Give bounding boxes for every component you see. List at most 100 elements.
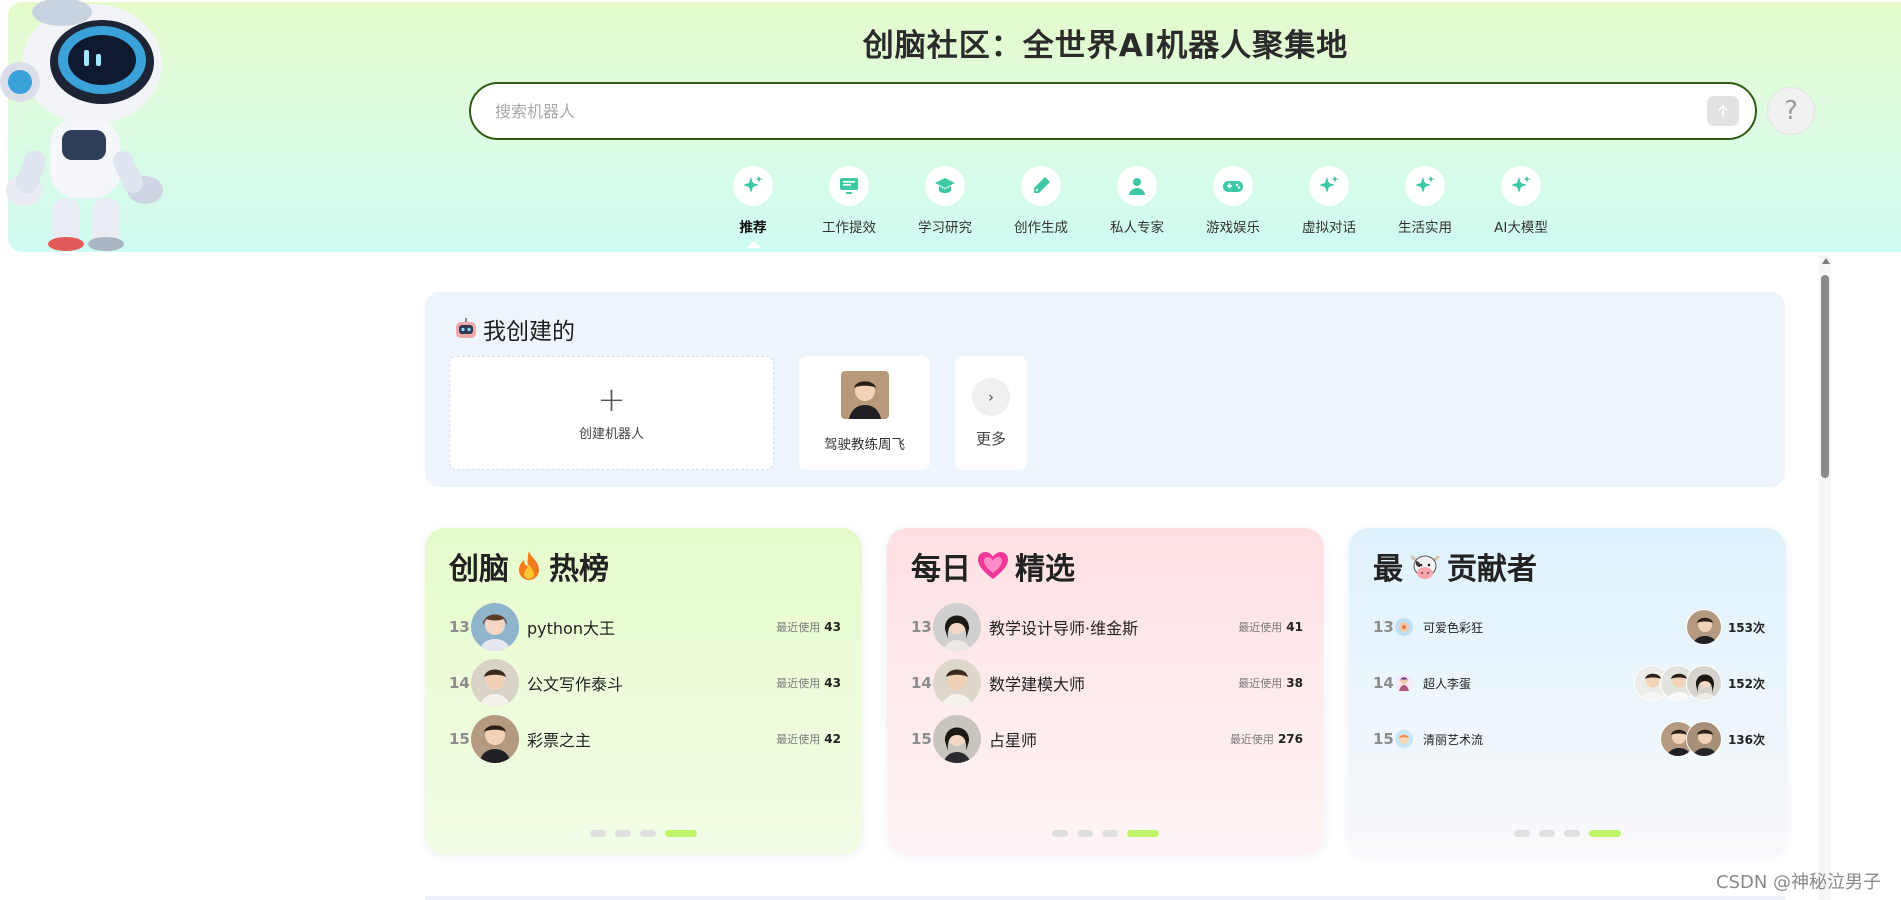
usage-meta: 最近使用 43 bbox=[776, 675, 841, 691]
bot-name: 彩票之主 bbox=[527, 731, 592, 750]
usage-count: 38 bbox=[1286, 676, 1303, 690]
list-item[interactable]: 15 彩票之主 最近使用 42 bbox=[449, 715, 841, 763]
tab-ai-models[interactable]: AI大模型 bbox=[1473, 166, 1569, 246]
bot-card[interactable]: 驾驶教练周飞 bbox=[799, 356, 930, 470]
carousel-dot[interactable] bbox=[1564, 830, 1580, 837]
rank-number: 15 bbox=[911, 730, 932, 748]
rank-number: 15 bbox=[1373, 730, 1394, 748]
contribution-count: 136次 bbox=[1727, 732, 1765, 747]
carousel-dots bbox=[425, 830, 862, 837]
list-item[interactable]: 15 清丽艺术流 136次 bbox=[1373, 715, 1765, 763]
contribution-count: 152次 bbox=[1727, 676, 1765, 691]
fire-icon bbox=[519, 551, 539, 580]
more-button[interactable]: › 更多 bbox=[955, 356, 1027, 470]
tab-life[interactable]: 生活实用 bbox=[1377, 166, 1473, 246]
panel-title-left: 每日 bbox=[911, 552, 971, 587]
avatar bbox=[1395, 730, 1413, 748]
avatar-stack bbox=[1685, 609, 1722, 645]
avatar bbox=[1395, 618, 1413, 636]
rank-number: 15 bbox=[449, 730, 470, 748]
avatar bbox=[1685, 721, 1722, 757]
next-section-edge bbox=[425, 896, 1785, 900]
usage-count: 42 bbox=[824, 732, 841, 746]
carousel-dot-active[interactable] bbox=[1127, 830, 1159, 837]
panel-title-right: 贡献者 bbox=[1447, 552, 1537, 587]
usage-label: 最近使用 bbox=[1238, 621, 1283, 634]
avatar bbox=[933, 659, 981, 707]
help-button[interactable]: ? bbox=[1767, 87, 1815, 135]
section-header: 我创建的 bbox=[453, 312, 575, 346]
list-item[interactable]: 14 公文写作泰斗 最近使用 43 bbox=[449, 659, 841, 707]
list-item[interactable]: 14 数学建模大师 最近使用 38 bbox=[911, 659, 1303, 707]
rank-number: 13 bbox=[911, 618, 932, 636]
carousel-dot[interactable] bbox=[590, 830, 606, 837]
usage-count: 41 bbox=[1286, 620, 1303, 634]
tab-label: 推荐 bbox=[739, 220, 767, 236]
contributor-name: 清丽艺术流 bbox=[1423, 732, 1484, 747]
carousel-dot[interactable] bbox=[1539, 830, 1555, 837]
list-item[interactable]: 13 可爱色彩狂 153次 bbox=[1373, 603, 1765, 651]
tab-study-research[interactable]: 学习研究 bbox=[897, 166, 993, 246]
tab-label: 生活实用 bbox=[1398, 220, 1452, 236]
list-item[interactable]: 14 超人李蛋 152次 bbox=[1373, 659, 1765, 707]
panel-title: 创脑 热榜 bbox=[449, 544, 609, 588]
tab-private-expert[interactable]: 私人专家 bbox=[1089, 166, 1185, 246]
avatar bbox=[1685, 609, 1722, 645]
usage-meta: 最近使用 276 bbox=[1230, 731, 1303, 747]
usage-label: 最近使用 bbox=[776, 733, 821, 746]
person-icon bbox=[1129, 178, 1145, 195]
tab-recommend[interactable]: 推荐 bbox=[705, 166, 801, 248]
robot-face-icon bbox=[456, 318, 476, 338]
usage-count: 43 bbox=[824, 676, 841, 690]
bot-name: 占星师 bbox=[989, 731, 1038, 750]
usage-label: 最近使用 bbox=[776, 621, 821, 634]
list-item[interactable]: 15 占星师 最近使用 276 bbox=[911, 715, 1303, 763]
avatar bbox=[933, 603, 981, 651]
rank-number: 14 bbox=[1373, 674, 1394, 692]
carousel-dot[interactable] bbox=[1077, 830, 1093, 837]
usage-count: 43 bbox=[824, 620, 841, 634]
chevron-right-icon: › bbox=[972, 378, 1010, 416]
tab-games[interactable]: 游戏娱乐 bbox=[1185, 166, 1281, 246]
carousel-dot[interactable] bbox=[640, 830, 656, 837]
scroll-up-arrow-icon[interactable] bbox=[1822, 258, 1830, 264]
usage-count: 276 bbox=[1277, 732, 1303, 746]
usage-meta: 最近使用 41 bbox=[1238, 619, 1303, 635]
list-item[interactable]: 13 python大王 最近使用 43 bbox=[449, 603, 841, 651]
bot-name: 公文写作泰斗 bbox=[527, 675, 624, 694]
arrow-up-icon bbox=[1718, 104, 1728, 117]
rank-number: 13 bbox=[449, 618, 470, 636]
avatar bbox=[1685, 665, 1722, 701]
usage-meta: 最近使用 38 bbox=[1238, 675, 1303, 691]
carousel-dot[interactable] bbox=[1514, 830, 1530, 837]
carousel-dot-active[interactable] bbox=[665, 830, 697, 837]
gamepad-icon bbox=[1223, 181, 1243, 192]
tab-creation[interactable]: 创作生成 bbox=[993, 166, 1089, 246]
sparkle-icon bbox=[743, 176, 763, 193]
tab-label: 学习研究 bbox=[918, 220, 972, 236]
scrollbar-thumb[interactable] bbox=[1821, 275, 1829, 478]
avatar bbox=[471, 715, 519, 763]
panel-title: 每日 精选 bbox=[911, 544, 1075, 588]
contribution-count: 153次 bbox=[1727, 620, 1765, 635]
search-bar bbox=[469, 82, 1757, 140]
create-bot-button[interactable]: + 创建机器人 bbox=[449, 356, 774, 470]
list-item[interactable]: 13 教学设计导师·维金斯 最近使用 41 bbox=[911, 603, 1303, 651]
watermark: CSDN @神秘泣男子 bbox=[1716, 872, 1882, 893]
carousel-dot[interactable] bbox=[1052, 830, 1068, 837]
carousel-dot-active[interactable] bbox=[1589, 830, 1621, 837]
rank-number: 14 bbox=[911, 674, 932, 692]
send-button[interactable] bbox=[1707, 96, 1739, 126]
heart-icon bbox=[978, 552, 1008, 579]
carousel-dot[interactable] bbox=[1102, 830, 1118, 837]
carousel-dots bbox=[1349, 830, 1786, 837]
cow-icon bbox=[1410, 555, 1440, 579]
carousel-dots bbox=[887, 830, 1324, 837]
search-input[interactable] bbox=[493, 98, 1673, 124]
rank-number: 14 bbox=[449, 674, 470, 692]
avatar-stack bbox=[1633, 665, 1722, 701]
tab-work-efficiency[interactable]: 工作提效 bbox=[801, 166, 897, 246]
avatar bbox=[840, 371, 889, 419]
tab-virtual-chat[interactable]: 虚拟对话 bbox=[1281, 166, 1377, 246]
carousel-dot[interactable] bbox=[615, 830, 631, 837]
